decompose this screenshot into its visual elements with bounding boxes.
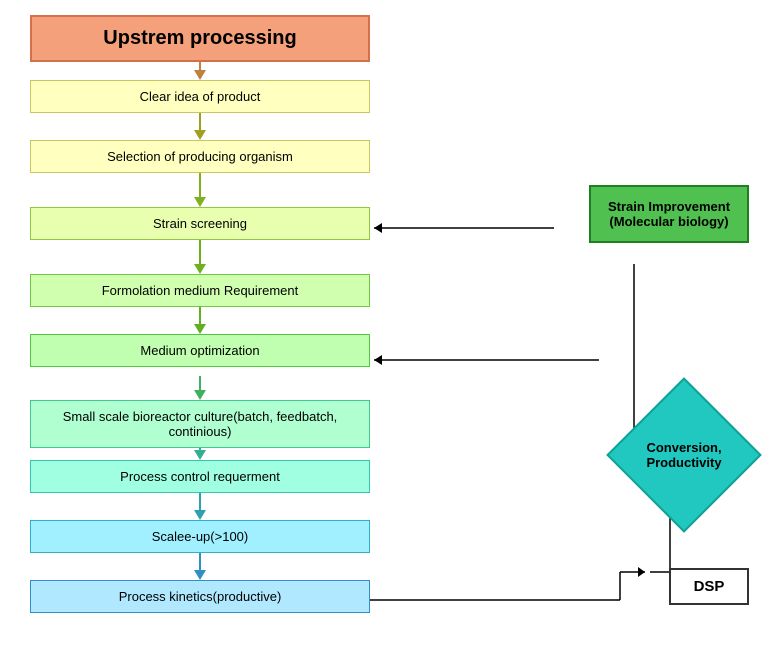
diagram-container: Upstrem processing Clear idea of product…: [0, 0, 779, 672]
box-selection: Selection of producing organism: [30, 140, 370, 173]
conversion-text: Conversion,Productivity: [634, 440, 734, 470]
dsp-box: DSP: [669, 568, 749, 605]
diamond-container: Conversion,Productivity: [609, 390, 759, 520]
formulation-text: Formolation medium Requirement: [102, 283, 299, 298]
clear-idea-text: Clear idea of product: [140, 89, 261, 104]
selection-text: Selection of producing organism: [107, 149, 293, 164]
small-scale-text: Small scale bioreactor culture(batch, fe…: [63, 409, 338, 439]
box-scale-up: Scalee-up(>100): [30, 520, 370, 553]
strain-improvement-text: Strain Improvement(Molecular biology): [608, 199, 730, 229]
title-text: Upstrem processing: [103, 27, 296, 49]
process-kinetics-text: Process kinetics(productive): [119, 589, 282, 604]
box-process-kinetics: Process kinetics(productive): [30, 580, 370, 613]
strain-improvement-box: Strain Improvement(Molecular biology): [589, 185, 749, 243]
medium-opt-text: Medium optimization: [140, 343, 259, 358]
box-medium-opt: Medium optimization: [30, 334, 370, 367]
box-formulation: Formolation medium Requirement: [30, 274, 370, 307]
box-strain-screening: Strain screening: [30, 207, 370, 240]
process-control-text: Process control requerment: [120, 469, 280, 484]
box-small-scale: Small scale bioreactor culture(batch, fe…: [30, 400, 370, 448]
conversion-diamond: Conversion,Productivity: [606, 377, 762, 533]
scale-up-text: Scalee-up(>100): [152, 529, 248, 544]
strain-screening-text: Strain screening: [153, 216, 247, 231]
box-clear-idea: Clear idea of product: [30, 80, 370, 113]
title-box: Upstrem processing: [30, 15, 370, 62]
dsp-text: DSP: [694, 578, 725, 595]
box-process-control: Process control requerment: [30, 460, 370, 493]
